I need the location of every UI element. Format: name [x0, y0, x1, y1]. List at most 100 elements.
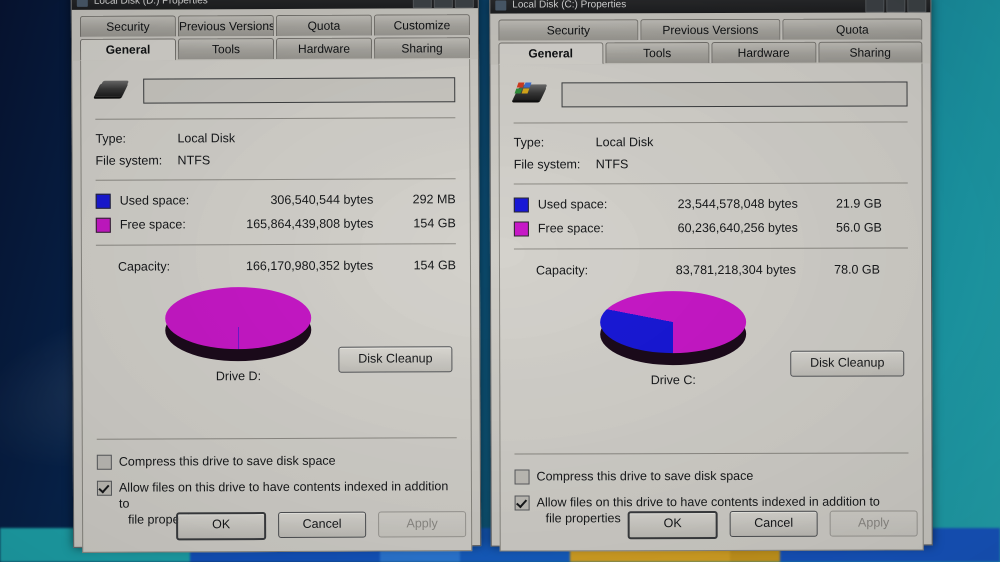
tab-quota[interactable]: Quota — [275, 14, 372, 36]
drive-label: Drive C: — [650, 373, 696, 388]
capacity-row: Capacity: 83,781,218,304 bytes 78.0 GB — [514, 256, 908, 283]
used-space-row: Used space: 23,544,578,048 bytes 21.9 GB — [513, 191, 908, 216]
tab-security[interactable]: Security — [498, 19, 639, 41]
capacity-bytes: 166,170,980,352 bytes — [245, 258, 374, 274]
field-filesystem: File system: NTFS — [95, 148, 455, 172]
tab-row-top: Security Previous Versions Quota — [498, 18, 923, 41]
capacity-human: 78.0 GB — [834, 262, 881, 277]
tab-row-bottom: General Tools Hardware Sharing — [79, 37, 471, 61]
minimize-button[interactable] — [865, 0, 885, 13]
disk-usage-pie-chart: Drive D: Disk Cleanup — [96, 284, 456, 384]
system-disk-icon — [512, 81, 548, 107]
compress-drive-option[interactable]: Compress this drive to save disk space — [514, 467, 909, 485]
compress-drive-checkbox[interactable] — [514, 469, 530, 485]
hard-disk-icon — [94, 78, 130, 104]
used-space-label: Used space: — [119, 193, 190, 208]
free-space-bytes: 60,236,640,256 bytes — [677, 220, 798, 236]
index-contents-checkbox[interactable] — [96, 480, 112, 496]
used-space-row: Used space: 306,540,544 bytes 292 MB — [95, 187, 456, 213]
drive-c-properties-dialog[interactable]: Local Disk (C:) Properties Security Prev… — [489, 0, 933, 552]
cancel-button[interactable]: Cancel — [278, 511, 367, 538]
compress-drive-option[interactable]: Compress this drive to save disk space — [96, 452, 457, 470]
dialog-footer: OK Cancel Apply — [492, 510, 932, 540]
tab-previous-versions[interactable]: Previous Versions — [640, 18, 781, 41]
close-button[interactable] — [907, 0, 927, 13]
used-space-bytes: 23,544,578,048 bytes — [677, 196, 798, 212]
window-title: Local Disk (C:) Properties — [512, 0, 627, 11]
field-filesystem-label: File system: — [95, 153, 163, 168]
field-filesystem-value: NTFS — [177, 153, 211, 168]
field-type: Type: Local Disk — [514, 130, 908, 153]
drive-label: Drive D: — [215, 369, 262, 384]
divider — [95, 178, 456, 181]
field-type-label: Type: — [513, 135, 545, 150]
window-title: Local Disk (D:) Properties — [93, 0, 208, 7]
pie-top — [600, 290, 747, 354]
index-contents-line1: Allow files on this drive to have conten… — [536, 494, 880, 510]
index-contents-checkbox[interactable] — [514, 495, 530, 511]
field-filesystem: File system: NTFS — [514, 152, 908, 175]
free-space-label: Free space: — [119, 217, 186, 232]
field-type-value: Local Disk — [595, 135, 654, 150]
title-bar[interactable]: Local Disk (C:) Properties — [490, 0, 931, 14]
tab-previous-versions[interactable]: Previous Versions — [177, 15, 274, 37]
capacity-label: Capacity: — [117, 259, 171, 274]
tab-strip: Security Previous Versions Quota Customi… — [71, 8, 479, 61]
tab-strip: Security Previous Versions Quota General… — [490, 12, 931, 65]
volume-label-input[interactable] — [143, 76, 456, 104]
volume-label-input[interactable] — [561, 80, 908, 107]
used-space-swatch — [95, 193, 111, 209]
general-tab-panel: Type: Local Disk File system: NTFS Used … — [80, 59, 473, 553]
maximize-button[interactable] — [886, 0, 906, 13]
tab-hardware[interactable]: Hardware — [275, 37, 373, 59]
field-type: Type: Local Disk — [95, 126, 455, 150]
close-button[interactable] — [454, 0, 474, 9]
divider — [96, 437, 457, 440]
tab-security[interactable]: Security — [79, 15, 176, 37]
capacity-human: 154 GB — [413, 258, 457, 273]
index-contents-line1: Allow files on this drive to have conten… — [118, 479, 449, 511]
tab-customize[interactable]: Customize — [373, 14, 470, 36]
field-type-label: Type: — [95, 131, 127, 146]
tab-tools[interactable]: Tools — [177, 38, 275, 60]
general-tab-panel: Type: Local Disk File system: NTFS Used … — [498, 63, 924, 552]
capacity-row: Capacity: 166,170,980,352 bytes 154 GB — [96, 252, 456, 280]
tab-tools[interactable]: Tools — [604, 42, 710, 64]
ok-button[interactable]: OK — [627, 510, 718, 540]
tab-sharing[interactable]: Sharing — [817, 41, 923, 63]
window-icon — [76, 0, 88, 7]
used-space-swatch — [513, 196, 529, 213]
window-controls[interactable] — [412, 0, 474, 9]
divider — [95, 243, 456, 246]
tab-general[interactable]: General — [79, 38, 177, 61]
pie-top — [165, 286, 312, 350]
divider — [513, 247, 908, 250]
window-controls[interactable] — [865, 0, 927, 13]
capacity-bytes: 83,781,218,304 bytes — [675, 262, 797, 278]
apply-button: Apply — [378, 511, 467, 538]
dialog-footer: OK Cancel Apply — [74, 511, 480, 541]
free-space-human: 154 GB — [413, 216, 456, 231]
field-filesystem-label: File system: — [513, 157, 581, 172]
tab-general[interactable]: General — [498, 42, 603, 65]
disk-usage-pie-chart: Drive C: Disk Cleanup — [514, 288, 908, 387]
divider — [513, 182, 908, 185]
disk-cleanup-button[interactable]: Disk Cleanup — [790, 350, 905, 377]
free-space-row: Free space: 165,864,439,808 bytes 154 GB — [95, 211, 456, 237]
drive-d-properties-dialog[interactable]: Local Disk (D:) Properties Security Prev… — [70, 0, 482, 553]
minimize-button[interactable] — [412, 0, 432, 9]
tab-quota[interactable]: Quota — [782, 18, 923, 40]
compress-drive-checkbox[interactable] — [96, 454, 112, 470]
maximize-button[interactable] — [433, 0, 453, 9]
used-space-human: 21.9 GB — [835, 196, 882, 211]
tab-sharing[interactable]: Sharing — [373, 37, 471, 59]
disk-cleanup-button[interactable]: Disk Cleanup — [338, 346, 453, 373]
tab-row-bottom: General Tools Hardware Sharing — [498, 41, 923, 65]
free-space-swatch — [513, 220, 529, 237]
volume-header-row — [512, 75, 908, 112]
tab-hardware[interactable]: Hardware — [711, 41, 816, 63]
ok-button[interactable]: OK — [176, 512, 267, 541]
apply-button: Apply — [829, 510, 918, 537]
cancel-button[interactable]: Cancel — [729, 510, 818, 537]
divider — [514, 452, 909, 455]
